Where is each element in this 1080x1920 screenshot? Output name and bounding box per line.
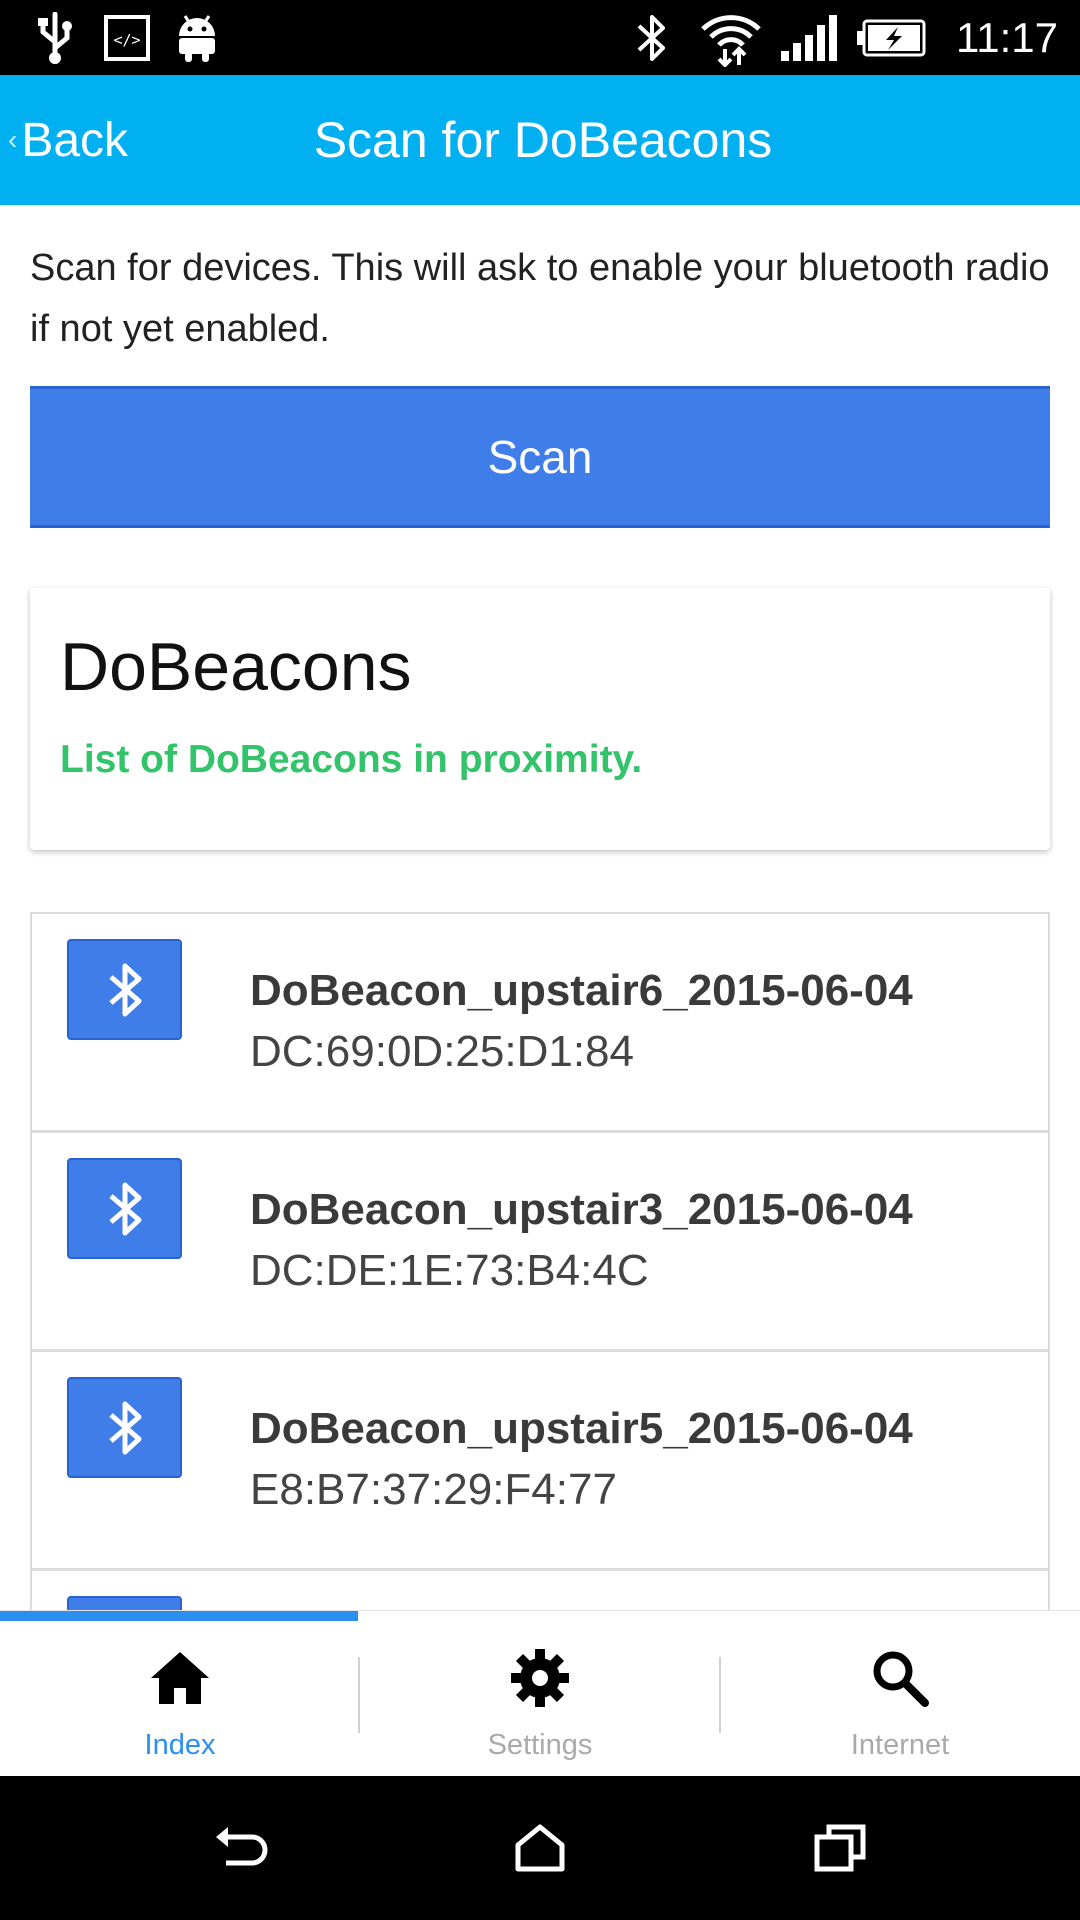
tab-label: Settings bbox=[487, 1729, 593, 1761]
device-mac: E8:B7:37:29:F4:77 bbox=[250, 1465, 617, 1514]
dobeacons-card: DoBeacons List of DoBeacons in proximity… bbox=[30, 588, 1050, 850]
bluetooth-icon bbox=[67, 939, 182, 1040]
tab-index[interactable]: Index bbox=[0, 1621, 360, 1777]
device-row-partial[interactable] bbox=[30, 1569, 1050, 1610]
bluetooth-icon bbox=[67, 1596, 182, 1610]
device-name: DoBeacon_upstair6_2015-06-04 bbox=[250, 966, 913, 1015]
app-header: ‹ Back Scan for DoBeacons bbox=[0, 75, 1080, 205]
tab-label: Index bbox=[144, 1729, 216, 1761]
home-icon bbox=[0, 1643, 360, 1713]
intro-text: Scan for devices. This will ask to enabl… bbox=[30, 247, 1050, 350]
card-subtitle: List of DoBeacons in proximity. bbox=[60, 738, 643, 781]
gear-icon bbox=[360, 1643, 720, 1713]
android-icon bbox=[172, 0, 222, 75]
svg-text:</>: </> bbox=[113, 31, 140, 49]
device-row[interactable]: DoBeacon_upstair5_2015-06-04 E8:B7:37:29… bbox=[30, 1350, 1050, 1570]
developer-icon: </> bbox=[102, 0, 152, 75]
device-row[interactable]: DoBeacon_upstair3_2015-06-04 DC:DE:1E:73… bbox=[30, 1131, 1050, 1351]
usb-icon bbox=[30, 0, 80, 75]
active-tab-indicator bbox=[0, 1611, 358, 1621]
tab-bar: Index Settings Internet bbox=[0, 1610, 1080, 1776]
device-name: DoBeacon_upstair5_2015-06-04 bbox=[250, 1404, 913, 1453]
bluetooth-icon bbox=[67, 1377, 182, 1478]
card-title: DoBeacons bbox=[60, 629, 412, 705]
device-list[interactable]: DoBeacon_upstair6_2015-06-04 DC:69:0D:25… bbox=[30, 912, 1050, 1610]
status-time: 11:17 bbox=[956, 14, 1058, 61]
bluetooth-icon bbox=[630, 0, 674, 75]
page-title: Scan for DoBeacons bbox=[313, 112, 773, 168]
tab-internet[interactable]: Internet bbox=[720, 1621, 1080, 1777]
battery-icon bbox=[856, 0, 926, 75]
device-name: DoBeacon_upstair3_2015-06-04 bbox=[250, 1185, 913, 1234]
status-bar: </> 11:17 bbox=[0, 0, 1080, 75]
tab-label: Internet bbox=[850, 1729, 950, 1761]
search-icon bbox=[720, 1643, 1080, 1713]
back-icon[interactable] bbox=[160, 1776, 320, 1920]
wifi-icon bbox=[698, 0, 764, 75]
navigation-bar bbox=[0, 1776, 1080, 1920]
signal-icon bbox=[778, 0, 838, 75]
scan-button[interactable]: Scan bbox=[30, 386, 1050, 528]
home-icon[interactable] bbox=[460, 1776, 620, 1920]
device-row[interactable]: DoBeacon_upstair6_2015-06-04 DC:69:0D:25… bbox=[30, 912, 1050, 1132]
device-mac: DC:69:0D:25:D1:84 bbox=[250, 1027, 634, 1076]
device-mac: DC:DE:1E:73:B4:4C bbox=[250, 1246, 649, 1295]
recents-icon[interactable] bbox=[760, 1776, 920, 1920]
bluetooth-icon bbox=[67, 1158, 182, 1259]
tab-settings[interactable]: Settings bbox=[360, 1621, 720, 1777]
